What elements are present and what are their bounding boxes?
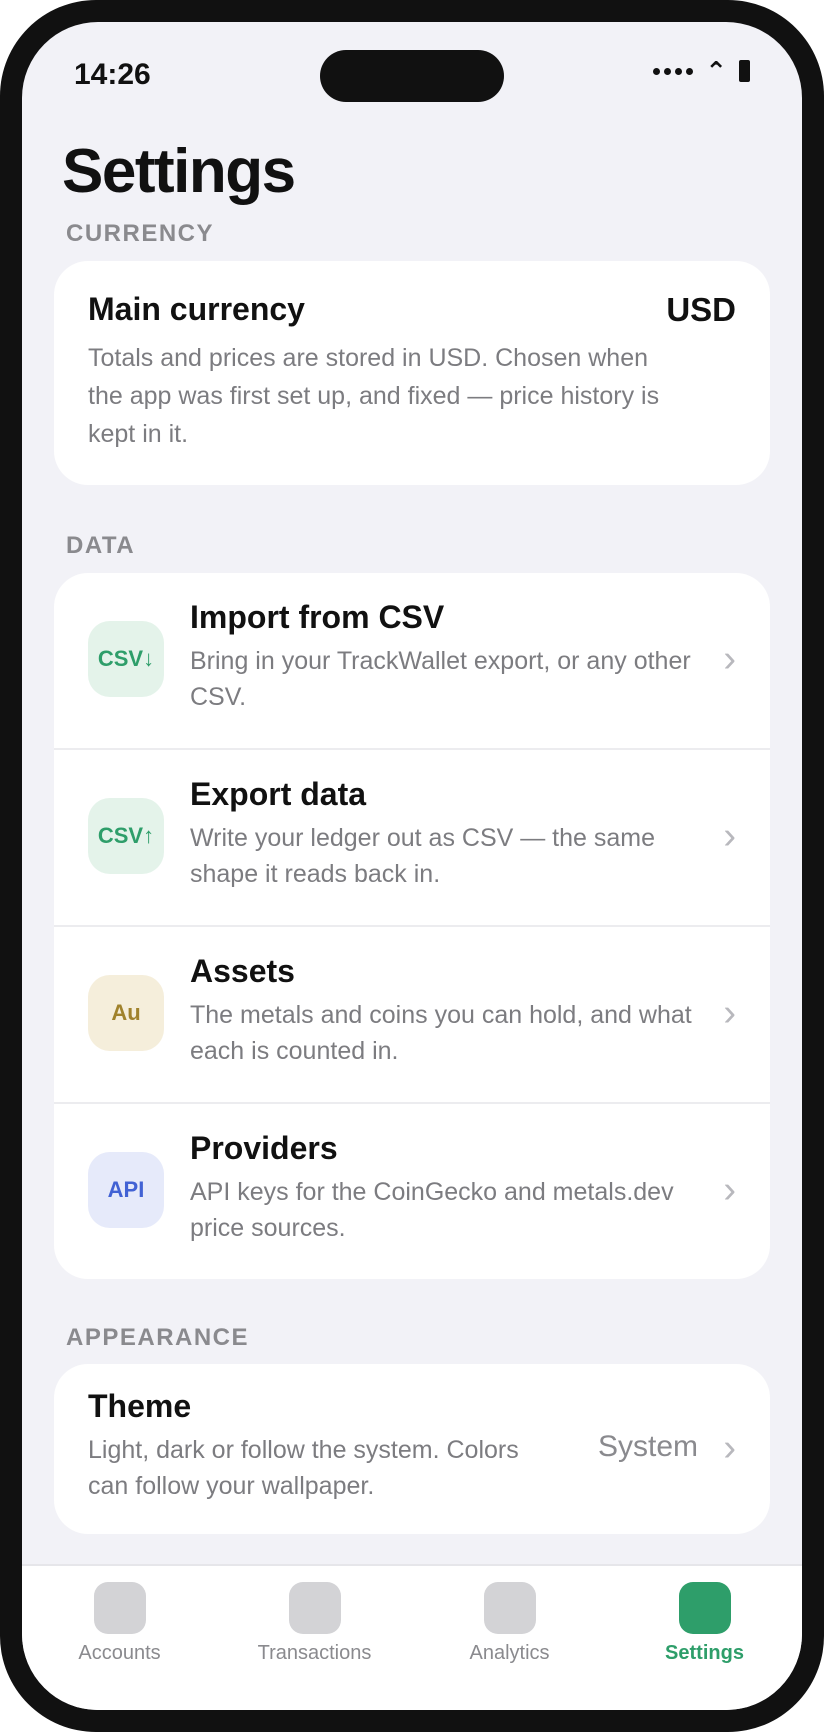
row-export-data[interactable]: CSV↑ Export data Write your ledger out a… [54, 748, 770, 923]
row-title: Providers [190, 1130, 338, 1166]
row-description: The metals and coins you can hold, and w… [190, 1001, 692, 1065]
row-providers[interactable]: API Providers API keys for the CoinGecko… [54, 1102, 770, 1277]
settings-icon [678, 1582, 731, 1634]
row-description: API keys for the CoinGecko and metals.de… [190, 1178, 674, 1242]
row-assets[interactable]: Au Assets The metals and coins you can h… [54, 925, 770, 1100]
gold-asset-icon: Au [88, 975, 164, 1051]
theme-value: System [597, 1430, 698, 1463]
tab-label: Transactions [257, 1642, 372, 1664]
chevron-right-icon: › [723, 638, 736, 680]
wifi-icon: ⌃ [705, 56, 727, 86]
page-title: Settings [62, 137, 296, 206]
screen: 14:26 ⌃ Settings CURRENCY Main currency … [22, 22, 802, 1710]
tab-bar: Accounts Transactions Analytics Settings [22, 1564, 802, 1710]
device-frame: 14:26 ⌃ Settings CURRENCY Main currency … [0, 0, 824, 1732]
row-title: Import from CSV [190, 599, 445, 635]
tab-accounts[interactable]: Accounts [22, 1582, 217, 1665]
row-title: Export data [190, 776, 367, 812]
csv-import-icon: CSV↓ [88, 621, 164, 697]
theme-description: Light, dark or follow the system. Colors… [88, 1436, 519, 1500]
chevron-right-icon: › [723, 992, 736, 1034]
section-label-currency: CURRENCY [66, 220, 215, 247]
tab-analytics[interactable]: Analytics [412, 1582, 607, 1665]
battery-icon [739, 60, 750, 82]
csv-export-icon: CSV↑ [88, 798, 164, 874]
chevron-right-icon: › [723, 815, 736, 857]
signal-icon [653, 67, 694, 75]
tab-label: Analytics [469, 1642, 550, 1664]
data-card: CSV↓ Import from CSV Bring in your Track… [54, 573, 770, 1279]
currency-card: Main currency USD Totals and prices are … [54, 261, 770, 485]
tab-transactions[interactable]: Transactions [217, 1582, 412, 1665]
tab-label: Settings [665, 1642, 744, 1664]
currency-description: Totals and prices are stored in USD. Cho… [88, 344, 660, 448]
chevron-right-icon: › [723, 1427, 736, 1469]
row-title: Assets [190, 953, 295, 989]
chevron-right-icon: › [723, 1169, 736, 1211]
theme-title: Theme [88, 1388, 192, 1424]
dynamic-island [320, 50, 504, 102]
theme-card[interactable]: Theme Light, dark or follow the system. … [54, 1364, 770, 1534]
api-icon: API [88, 1152, 164, 1228]
currency-title: Main currency [88, 291, 305, 327]
transactions-icon [288, 1582, 341, 1634]
status-time: 14:26 [74, 58, 151, 91]
tab-settings[interactable]: Settings [607, 1582, 802, 1665]
accounts-icon [93, 1582, 146, 1634]
section-label-appearance: APPEARANCE [66, 1324, 250, 1351]
analytics-icon [483, 1582, 536, 1634]
row-description: Write your ledger out as CSV — the same … [190, 824, 656, 888]
row-description: Bring in your TrackWallet export, or any… [190, 647, 691, 711]
currency-value: USD [666, 291, 736, 328]
section-label-data: DATA [66, 532, 136, 559]
tab-label: Accounts [78, 1642, 161, 1664]
status-icons: ⌃ [653, 56, 750, 86]
row-import-csv[interactable]: CSV↓ Import from CSV Bring in your Track… [54, 573, 770, 748]
